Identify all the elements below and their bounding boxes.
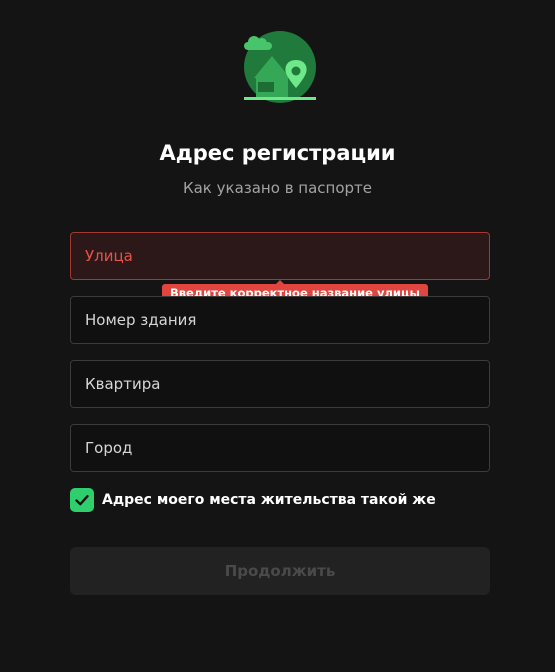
apartment-field[interactable]: Квартира xyxy=(70,360,490,408)
continue-button[interactable]: Продолжить xyxy=(70,547,490,595)
checkmark-icon xyxy=(75,495,89,506)
page-title: Адрес регистрации xyxy=(159,141,396,165)
building-number-field-label: Номер здания xyxy=(85,311,197,329)
same-address-row: Адрес моего места жительства такой же xyxy=(70,488,436,512)
house-location-illustration xyxy=(244,31,316,103)
city-field-label: Город xyxy=(85,439,133,457)
same-address-label[interactable]: Адрес моего места жительства такой же xyxy=(102,492,436,508)
address-registration-page: Адрес регистрации Как указано в паспорте… xyxy=(0,0,555,672)
apartment-field-label: Квартира xyxy=(85,375,161,393)
street-field[interactable]: Улица xyxy=(70,232,490,280)
page-subtitle: Как указано в паспорте xyxy=(182,179,373,197)
same-address-checkbox[interactable] xyxy=(70,488,94,512)
building-number-field[interactable]: Номер здания xyxy=(70,296,490,344)
street-field-label: Улица xyxy=(85,247,133,265)
city-field[interactable]: Город xyxy=(70,424,490,472)
